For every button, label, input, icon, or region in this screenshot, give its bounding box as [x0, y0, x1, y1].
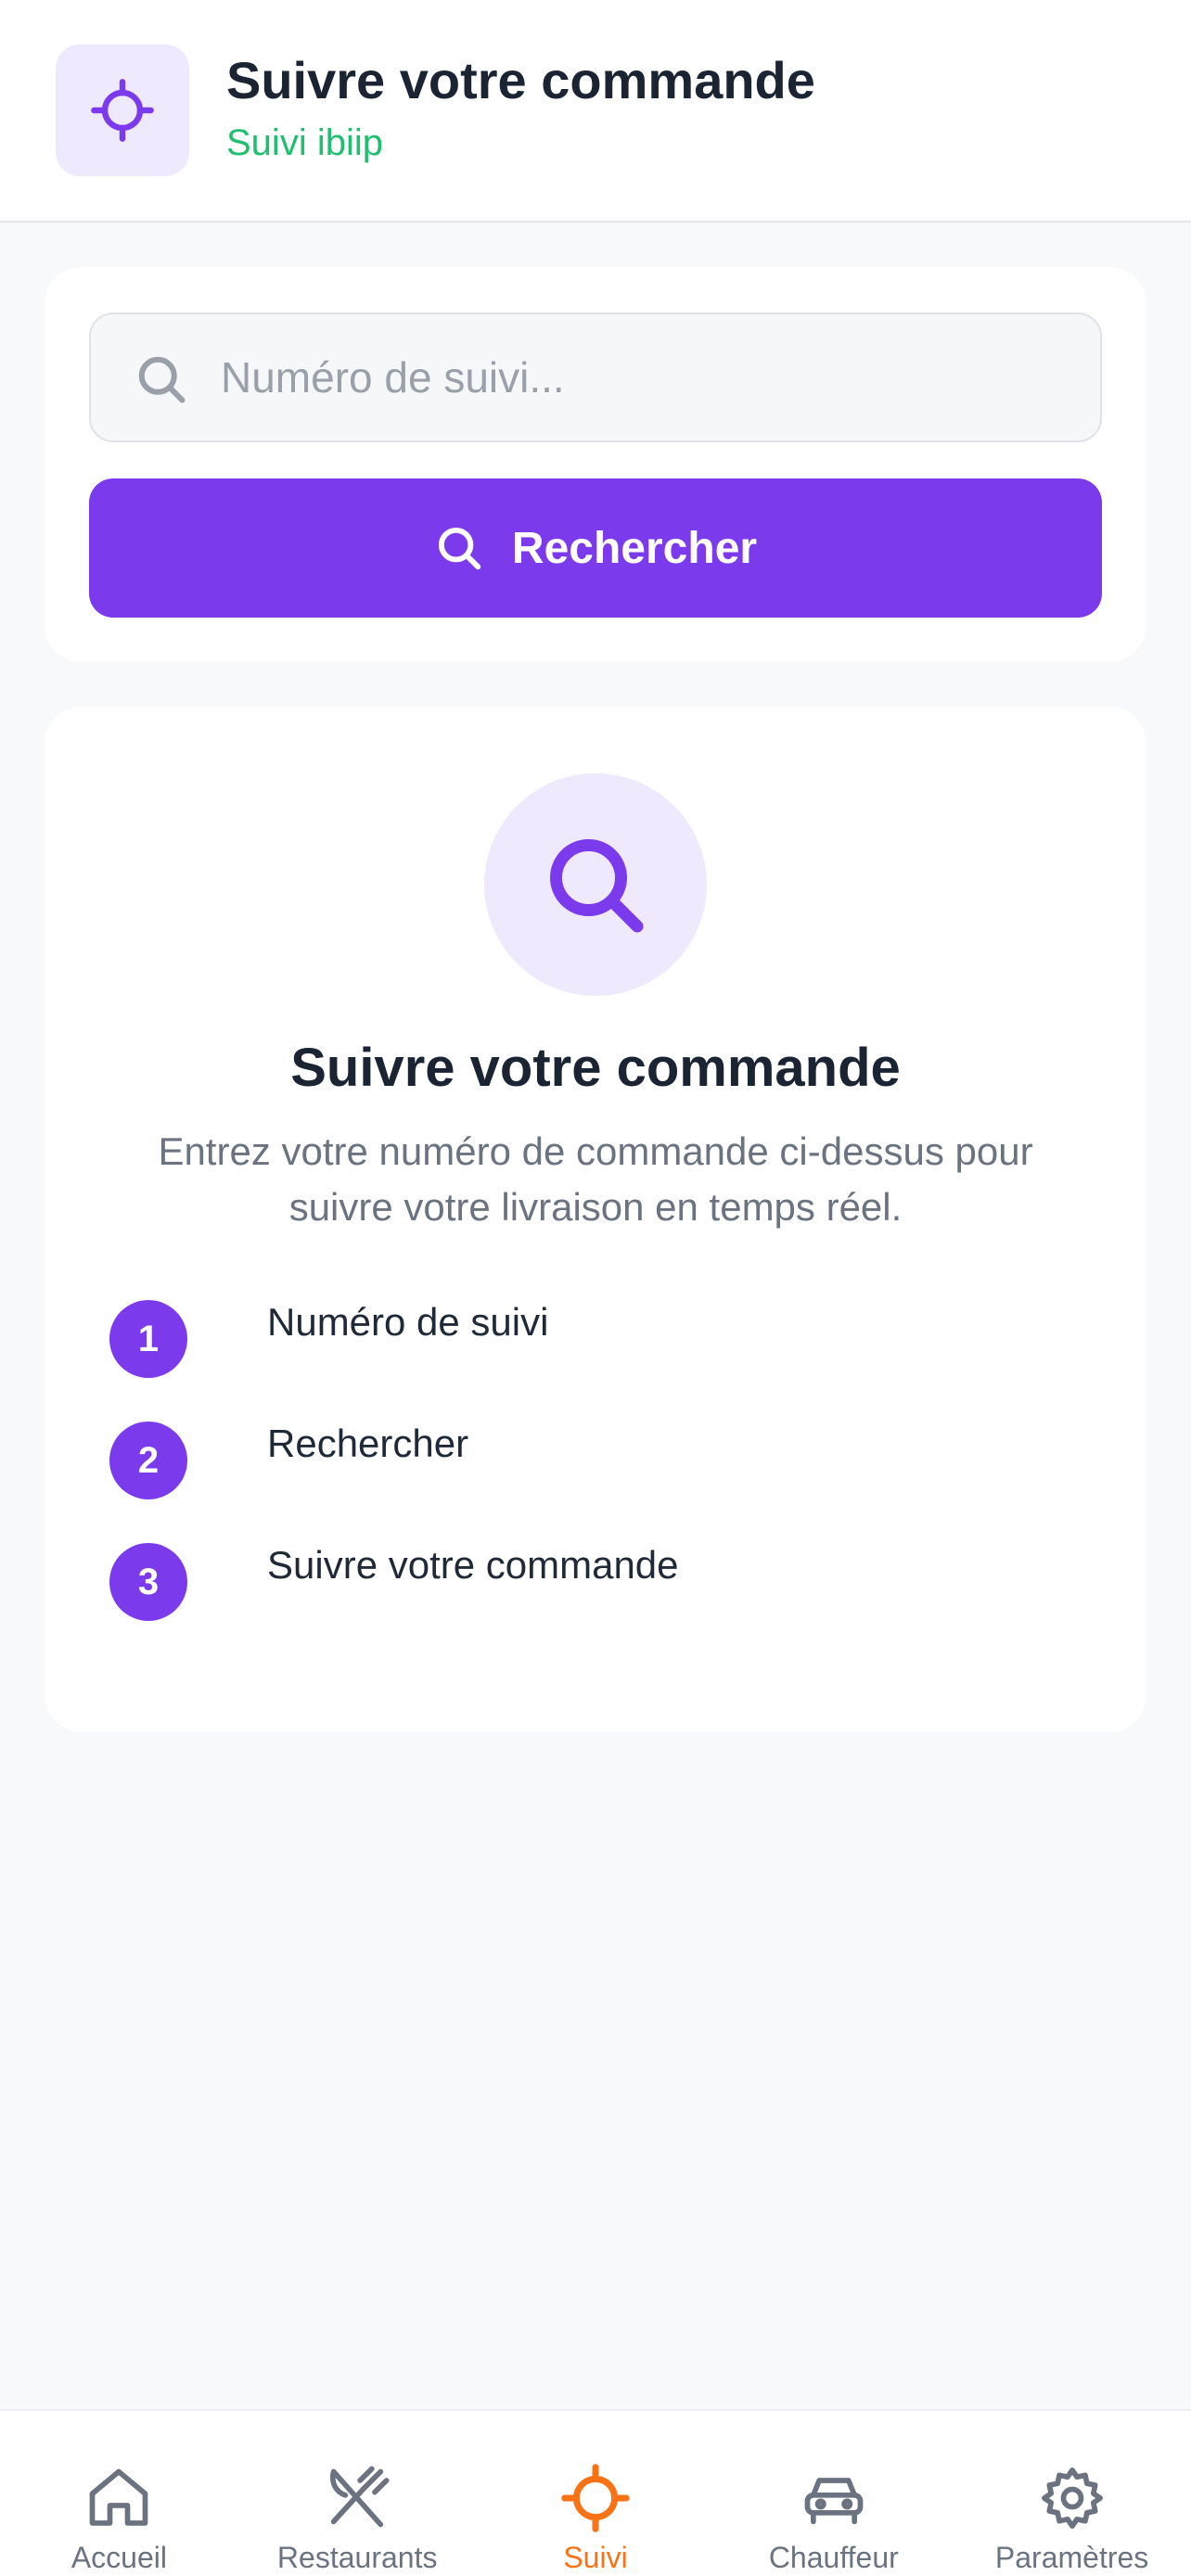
step-number-badge: 1	[109, 1300, 187, 1378]
utensils-icon	[330, 2466, 390, 2528]
info-card: Suivre votre commande Entrez votre numér…	[45, 707, 1146, 1732]
tracking-page: Suivre votre commande Suivi ibiip Recher…	[0, 0, 1191, 2576]
step-label: Suivre votre commande	[267, 1543, 679, 1587]
step-item: 1 Numéro de suivi	[109, 1300, 1083, 1422]
crosshair-icon	[561, 2464, 630, 2532]
nav-item-restaurants[interactable]: Restaurants	[238, 2411, 477, 2576]
page-subtitle: Suivi ibiip	[226, 122, 383, 163]
step-item: 2 Rechercher	[109, 1422, 1083, 1543]
header-icon-container	[56, 45, 189, 176]
nav-item-suivi[interactable]: Suivi	[477, 2411, 715, 2576]
search-icon	[550, 839, 644, 933]
nav-label: Chauffeur	[768, 2541, 899, 2574]
search-card: Rechercher	[45, 267, 1146, 662]
step-label: Rechercher	[267, 1422, 469, 1465]
bottom-navigation: Accueil Restaurants Suivi Chauffeur Para…	[0, 2409, 1191, 2576]
tracking-search-field[interactable]	[89, 312, 1102, 442]
info-icon-circle	[484, 773, 707, 996]
nav-label: Restaurants	[276, 2541, 438, 2574]
step-item: 3 Suivre votre commande	[109, 1543, 1083, 1664]
gear-icon	[1041, 2468, 1103, 2529]
search-icon	[438, 527, 481, 570]
info-description: Entrez votre numéro de commande ci-dessu…	[158, 1129, 1033, 1229]
search-icon	[138, 356, 186, 403]
nav-label: Suivi	[563, 2541, 628, 2574]
page-title: Suivre votre commande	[226, 51, 815, 109]
info-title: Suivre votre commande	[290, 1038, 901, 1098]
tracking-number-input[interactable]	[221, 314, 1074, 440]
search-button-label: Rechercher	[511, 523, 758, 573]
nav-label: Paramètres	[994, 2541, 1149, 2574]
home-icon	[90, 2468, 148, 2526]
step-number-badge: 3	[109, 1543, 187, 1621]
car-icon	[804, 2478, 864, 2525]
nav-item-chauffeur[interactable]: Chauffeur	[714, 2411, 953, 2576]
nav-item-accueil[interactable]: Accueil	[0, 2411, 238, 2576]
nav-label: Accueil	[70, 2541, 167, 2574]
nav-item-parametres[interactable]: Paramètres	[953, 2411, 1191, 2576]
crosshair-icon	[91, 79, 154, 142]
step-label: Numéro de suivi	[267, 1300, 549, 1344]
search-button[interactable]: Rechercher	[89, 478, 1102, 618]
app-header: Suivre votre commande Suivi ibiip	[0, 0, 1191, 223]
step-number-badge: 2	[109, 1422, 187, 1499]
steps-list: 1 Numéro de suivi 2 Rechercher 3 Suivre …	[109, 1300, 1083, 1664]
